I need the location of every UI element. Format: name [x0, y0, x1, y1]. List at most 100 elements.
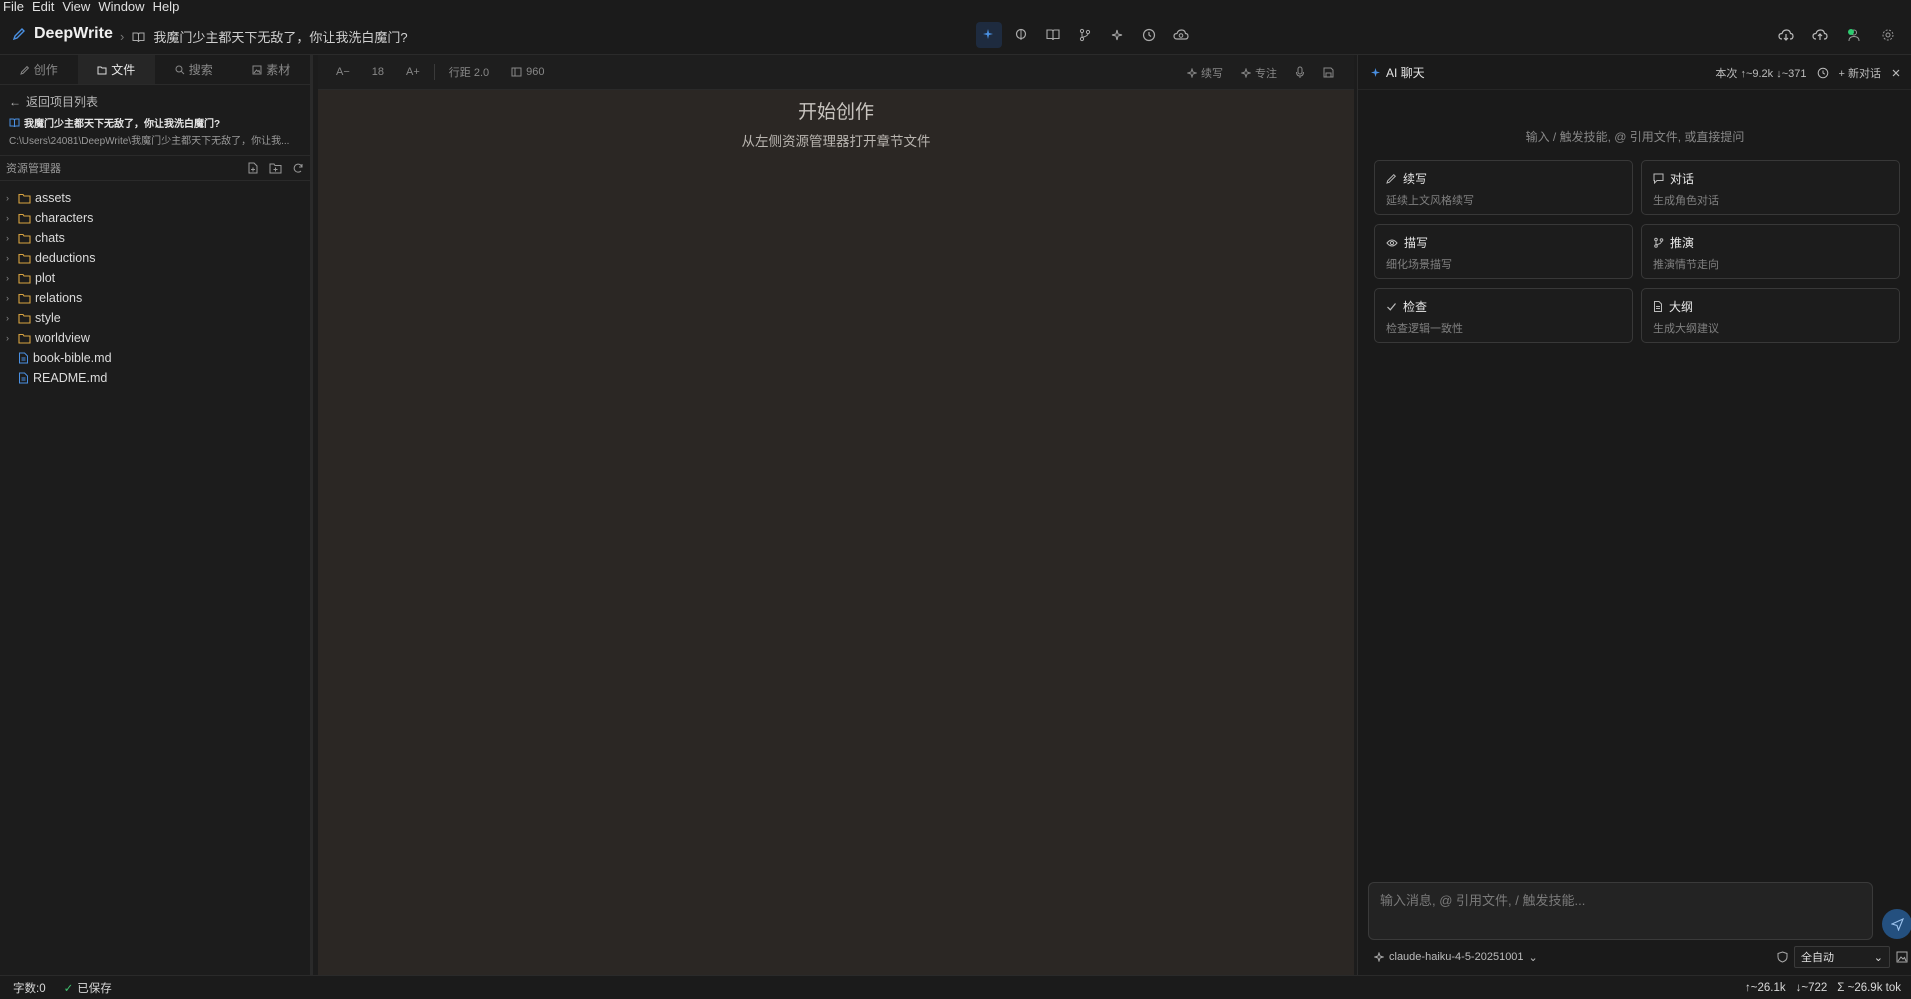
new-chat-button[interactable]: + 新对话 [1839, 65, 1881, 81]
cloud-upload-button[interactable] [1807, 22, 1833, 48]
check-icon: ✓ [63, 982, 74, 995]
model-name: claude-haiku-4-5-20251001 [1389, 951, 1524, 963]
chevron-down-icon: ⌄ [1528, 951, 1538, 964]
tree-folder-deductions[interactable]: › deductions [0, 248, 310, 268]
chevron-right-icon: › [6, 293, 9, 303]
continue-write-button[interactable]: 续写 [1187, 65, 1223, 81]
chat-input-box [1368, 882, 1873, 940]
branch-button[interactable] [1072, 22, 1098, 48]
markdown-file-icon [18, 372, 29, 384]
sidebar-tabs: 创作 文件 搜索 素材 [0, 55, 310, 85]
ai-sparkle-button[interactable] [976, 22, 1002, 48]
left-sidebar: 创作 文件 搜索 素材 ← 返回项目列表 我魔门少主都天下无敌了，你让我洗白魔门… [0, 55, 313, 975]
chat-hint: 输入 / 触发技能, @ 引用文件, 或直接提问 [1525, 130, 1745, 144]
menu-view[interactable]: View [59, 0, 95, 14]
back-to-projects[interactable]: ← 返回项目列表 [0, 85, 310, 110]
cloud-sync-button[interactable] [1168, 22, 1194, 48]
skill-card-title: 续写 [1403, 172, 1428, 186]
chevron-right-icon: › [6, 273, 9, 283]
continue-write-label: 续写 [1201, 67, 1223, 80]
eye-icon [1386, 238, 1398, 248]
menu-edit[interactable]: Edit [29, 0, 59, 14]
menu-help[interactable]: Help [150, 0, 185, 14]
page-width-button[interactable]: 960 [511, 66, 545, 78]
cloud-download-button[interactable] [1773, 22, 1799, 48]
history-icon[interactable] [1817, 67, 1829, 79]
new-chat-label: 新对话 [1848, 67, 1881, 80]
tree-file-book-bible[interactable]: book-bible.md [0, 348, 310, 368]
tree-folder-worldview[interactable]: › worldview [0, 328, 310, 348]
tree-folder-plot[interactable]: › plot [0, 268, 310, 288]
tree-folder-assets[interactable]: › assets [0, 188, 310, 208]
new-folder-icon[interactable] [269, 162, 282, 174]
tab-assets-label: 素材 [266, 63, 291, 77]
status-bar: 字数:0 ✓ 已保存 ↑~26.1k ↓~722 Σ ~26.9k tok [0, 975, 1911, 999]
skill-card-desc: 细化场景描写 [1386, 259, 1452, 271]
skill-card-continue[interactable]: 续写 延续上文风格续写 [1374, 160, 1633, 215]
pencil-icon [1386, 173, 1397, 184]
chat-input[interactable] [1380, 893, 1861, 908]
sparkle-icon [1374, 952, 1384, 962]
tab-create-label: 创作 [33, 63, 58, 77]
chevron-right-icon: › [6, 253, 9, 263]
tab-search[interactable]: 搜索 [155, 55, 233, 84]
skill-card-title: 大纲 [1669, 300, 1694, 314]
refresh-icon[interactable] [292, 162, 304, 174]
close-icon[interactable] [1891, 68, 1901, 78]
search-icon [175, 65, 185, 75]
tree-label: README.md [33, 371, 108, 385]
sparkle-icon [1187, 67, 1197, 78]
line-height-button[interactable]: 行距 2.0 [449, 64, 489, 80]
brain-button[interactable] [1008, 22, 1034, 48]
skill-card-outline[interactable]: 大纲 生成大纲建议 [1641, 288, 1900, 343]
tab-create[interactable]: 创作 [0, 55, 78, 84]
new-file-icon[interactable] [247, 162, 259, 174]
chat-meta: 本次 ↑~9.2k ↓~371 + 新对话 [1715, 55, 1901, 90]
skill-card-describe[interactable]: 描写 细化场景描写 [1374, 224, 1633, 279]
word-count: 字数:0 [13, 982, 46, 995]
history-button[interactable] [1136, 22, 1162, 48]
tab-files[interactable]: 文件 [77, 55, 155, 84]
chat-title-text: AI 聊天 [1386, 65, 1425, 80]
font-increase-button[interactable]: A+ [406, 66, 420, 78]
settings-button[interactable] [1875, 22, 1901, 48]
tree-folder-relations[interactable]: › relations [0, 288, 310, 308]
microphone-icon[interactable] [1295, 66, 1305, 79]
mode-select[interactable]: 全自动 ⌄ [1794, 946, 1890, 968]
mode-value: 全自动 [1801, 952, 1834, 964]
skill-card-desc: 推演情节走向 [1653, 259, 1719, 271]
model-selector[interactable]: claude-haiku-4-5-20251001 ⌄ [1374, 951, 1538, 964]
skill-card-deduce[interactable]: 推演 推演情节走向 [1641, 224, 1900, 279]
skill-card-dialogue[interactable]: 对话 生成角色对话 [1641, 160, 1900, 215]
book-icon [9, 118, 20, 128]
image-attach-icon[interactable] [1896, 951, 1908, 963]
breadcrumb-project[interactable]: 我魔门少主都天下无敌了，你让我洗白魔门? [153, 27, 407, 46]
tree-file-readme[interactable]: README.md [0, 368, 310, 388]
menu-file[interactable]: File [0, 0, 29, 14]
folder-icon [18, 253, 31, 264]
font-size-value: 18 [371, 66, 385, 78]
tree-folder-style[interactable]: › style [0, 308, 310, 328]
book-open-button[interactable] [1040, 22, 1066, 48]
sparkles-button[interactable] [1104, 22, 1130, 48]
focus-mode-label: 专注 [1255, 67, 1277, 80]
tree-folder-chats[interactable]: › chats [0, 228, 310, 248]
tree-label: style [35, 311, 61, 325]
send-button[interactable] [1882, 909, 1911, 939]
sparkle-icon [1370, 67, 1381, 78]
tree-folder-characters[interactable]: › characters [0, 208, 310, 228]
font-decrease-button[interactable]: A− [336, 66, 350, 78]
breadcrumb: › 我魔门少主都天下无敌了，你让我洗白魔门? [120, 27, 408, 46]
skill-card-check[interactable]: 检查 检查逻辑一致性 [1374, 288, 1633, 343]
save-icon[interactable] [1323, 67, 1334, 78]
chevron-right-icon: › [6, 213, 9, 223]
folder-icon [18, 213, 31, 224]
chat-footer-right: 全自动 ⌄ [1777, 944, 1908, 970]
menu-window[interactable]: Window [95, 0, 149, 14]
view-toolbar [976, 22, 1194, 48]
user-button[interactable] [1841, 22, 1867, 48]
image-icon [252, 65, 262, 75]
tree-label: deductions [35, 251, 96, 265]
focus-mode-button[interactable]: 专注 [1241, 65, 1277, 81]
tab-assets[interactable]: 素材 [233, 55, 311, 84]
